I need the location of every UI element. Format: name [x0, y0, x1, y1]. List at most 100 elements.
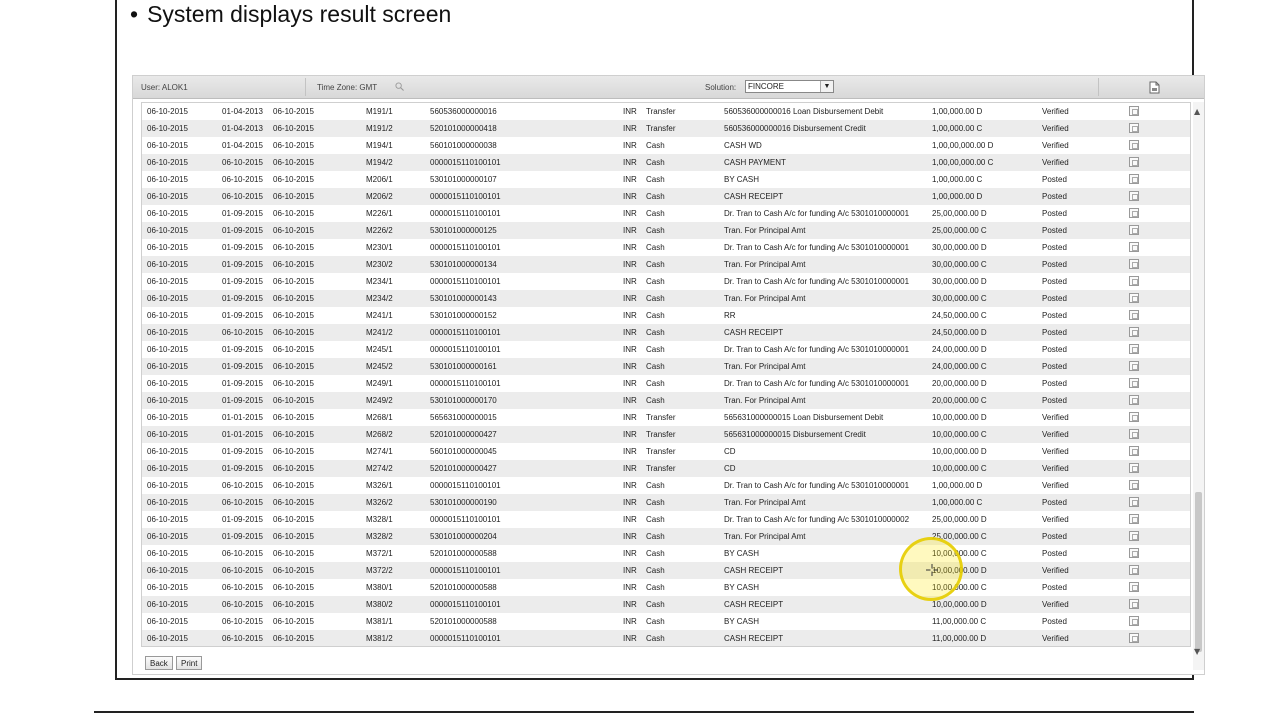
- amount-cell: 24,50,000.00 C: [932, 311, 987, 320]
- table-row[interactable]: 06-10-2015 01-09-2015 06-10-2015 M328/1 0000…: [142, 511, 1190, 528]
- currency-cell: INR: [623, 600, 637, 609]
- table-row[interactable]: 06-10-2015 06-10-2015 06-10-2015 M381/2 0000…: [142, 630, 1190, 646]
- table-row[interactable]: 06-10-2015 06-10-2015 06-10-2015 M241/2 0000…: [142, 324, 1190, 341]
- view-details-icon[interactable]: [1129, 361, 1139, 371]
- view-details-icon[interactable]: [1129, 599, 1139, 609]
- narration-cell: Dr. Tran to Cash A/c for funding A/c 530…: [724, 481, 910, 490]
- txn-id-cell: M380/2: [366, 600, 393, 609]
- view-details-icon[interactable]: [1129, 633, 1139, 643]
- view-details-icon[interactable]: [1129, 276, 1139, 286]
- view-details-icon[interactable]: [1129, 310, 1139, 320]
- account-cell: 0000015110100101: [430, 634, 501, 643]
- view-details-icon[interactable]: [1129, 616, 1139, 626]
- value-date-cell: 06-10-2015: [147, 447, 188, 456]
- view-details-icon[interactable]: [1129, 378, 1139, 388]
- table-row[interactable]: 06-10-2015 06-10-2015 06-10-2015 M372/1 5201…: [142, 545, 1190, 562]
- view-details-icon[interactable]: [1129, 191, 1139, 201]
- txn-id-cell: M191/1: [366, 107, 393, 116]
- back-button[interactable]: Back: [145, 656, 173, 670]
- value-date-cell: 06-10-2015: [147, 362, 188, 371]
- table-row[interactable]: 06-10-2015 01-09-2015 06-10-2015 M241/1 5301…: [142, 307, 1190, 324]
- solution-select-value: FINCORE: [748, 82, 784, 91]
- view-details-icon[interactable]: [1129, 429, 1139, 439]
- view-details-icon[interactable]: [1129, 548, 1139, 558]
- view-details-icon[interactable]: [1129, 412, 1139, 422]
- table-row[interactable]: 06-10-2015 01-09-2015 06-10-2015 M328/2 5301…: [142, 528, 1190, 545]
- status-cell: Verified: [1042, 141, 1069, 150]
- view-details-icon[interactable]: [1129, 582, 1139, 592]
- table-row[interactable]: 06-10-2015 06-10-2015 06-10-2015 M206/2 0000…: [142, 188, 1190, 205]
- type-cell: Cash: [646, 243, 665, 252]
- currency-cell: INR: [623, 447, 637, 456]
- view-details-icon[interactable]: [1129, 259, 1139, 269]
- view-details-icon[interactable]: [1129, 157, 1139, 167]
- table-row[interactable]: 06-10-2015 01-09-2015 06-10-2015 M234/1 0000…: [142, 273, 1190, 290]
- amount-cell: 1,00,000.00 D: [932, 192, 983, 201]
- view-details-icon[interactable]: [1129, 531, 1139, 541]
- table-row[interactable]: 06-10-2015 01-09-2015 06-10-2015 M274/1 5601…: [142, 443, 1190, 460]
- table-row[interactable]: 06-10-2015 01-09-2015 06-10-2015 M274/2 5201…: [142, 460, 1190, 477]
- view-details-icon[interactable]: [1129, 446, 1139, 456]
- view-details-icon[interactable]: [1129, 242, 1139, 252]
- table-row[interactable]: 06-10-2015 06-10-2015 06-10-2015 M194/2 0000…: [142, 154, 1190, 171]
- view-details-icon[interactable]: [1129, 344, 1139, 354]
- export-icon[interactable]: [1149, 81, 1161, 94]
- view-details-icon[interactable]: [1129, 225, 1139, 235]
- value-date-cell: 06-10-2015: [147, 175, 188, 184]
- account-cell: 520101000000588: [430, 549, 497, 558]
- user-label: User: ALOK1: [141, 83, 188, 92]
- table-row[interactable]: 06-10-2015 01-04-2015 06-10-2015 M194/1 5601…: [142, 137, 1190, 154]
- table-row[interactable]: 06-10-2015 06-10-2015 06-10-2015 M380/2 0000…: [142, 596, 1190, 613]
- solution-select[interactable]: FINCORE ▼: [745, 80, 834, 93]
- view-details-icon[interactable]: [1129, 463, 1139, 473]
- txn-id-cell: M268/2: [366, 430, 393, 439]
- view-details-icon[interactable]: [1129, 293, 1139, 303]
- table-row[interactable]: 06-10-2015 06-10-2015 06-10-2015 M326/2 5301…: [142, 494, 1190, 511]
- table-row[interactable]: 06-10-2015 06-10-2015 06-10-2015 M206/1 5301…: [142, 171, 1190, 188]
- table-row[interactable]: 06-10-2015 01-09-2015 06-10-2015 M249/2 5301…: [142, 392, 1190, 409]
- scroll-down-icon[interactable]: ▼: [1194, 647, 1200, 656]
- table-row[interactable]: 06-10-2015 01-04-2013 06-10-2015 M191/1 5605…: [142, 103, 1190, 120]
- view-details-icon[interactable]: [1129, 395, 1139, 405]
- view-details-icon[interactable]: [1129, 497, 1139, 507]
- table-row[interactable]: 06-10-2015 01-09-2015 06-10-2015 M230/1 0000…: [142, 239, 1190, 256]
- txn-date-cell: 06-10-2015: [222, 600, 263, 609]
- view-details-icon[interactable]: [1129, 174, 1139, 184]
- view-details-icon[interactable]: [1129, 123, 1139, 133]
- table-row[interactable]: 06-10-2015 01-01-2015 06-10-2015 M268/1 5656…: [142, 409, 1190, 426]
- table-row[interactable]: 06-10-2015 06-10-2015 06-10-2015 M326/1 0000…: [142, 477, 1190, 494]
- search-icon[interactable]: [395, 82, 404, 91]
- table-row[interactable]: 06-10-2015 06-10-2015 06-10-2015 M381/1 5201…: [142, 613, 1190, 630]
- view-details-icon[interactable]: [1129, 480, 1139, 490]
- scroll-up-icon[interactable]: ▲: [1194, 107, 1200, 116]
- table-row[interactable]: 06-10-2015 01-09-2015 06-10-2015 M245/1 0000…: [142, 341, 1190, 358]
- table-row[interactable]: 06-10-2015 06-10-2015 06-10-2015 M372/2 0000…: [142, 562, 1190, 579]
- table-row[interactable]: 06-10-2015 01-09-2015 06-10-2015 M226/1 0000…: [142, 205, 1190, 222]
- view-details-icon[interactable]: [1129, 514, 1139, 524]
- type-cell: Transfer: [646, 464, 676, 473]
- chevron-down-icon[interactable]: ▼: [820, 81, 833, 92]
- table-row[interactable]: 06-10-2015 06-10-2015 06-10-2015 M380/1 5201…: [142, 579, 1190, 596]
- table-row[interactable]: 06-10-2015 01-01-2015 06-10-2015 M268/2 5201…: [142, 426, 1190, 443]
- value-date-cell: 06-10-2015: [147, 379, 188, 388]
- view-details-icon[interactable]: [1129, 140, 1139, 150]
- view-details-icon[interactable]: [1129, 208, 1139, 218]
- view-details-icon[interactable]: [1129, 565, 1139, 575]
- currency-cell: INR: [623, 141, 637, 150]
- table-row[interactable]: 06-10-2015 01-09-2015 06-10-2015 M245/2 5301…: [142, 358, 1190, 375]
- table-row[interactable]: 06-10-2015 01-09-2015 06-10-2015 M249/1 0000…: [142, 375, 1190, 392]
- print-button[interactable]: Print: [176, 656, 203, 670]
- vertical-scrollbar[interactable]: ▲ ▼: [1193, 102, 1204, 670]
- value-date-cell: 06-10-2015: [147, 124, 188, 133]
- narration-cell: Dr. Tran to Cash A/c for funding A/c 530…: [724, 243, 910, 252]
- view-details-icon[interactable]: [1129, 327, 1139, 337]
- view-details-icon[interactable]: [1129, 106, 1139, 116]
- currency-cell: INR: [623, 260, 637, 269]
- table-row[interactable]: 06-10-2015 01-09-2015 06-10-2015 M226/2 5301…: [142, 222, 1190, 239]
- scrollbar-thumb[interactable]: [1195, 492, 1202, 652]
- table-row[interactable]: 06-10-2015 01-09-2015 06-10-2015 M234/2 5301…: [142, 290, 1190, 307]
- table-row[interactable]: 06-10-2015 01-09-2015 06-10-2015 M230/2 5301…: [142, 256, 1190, 273]
- value-date-cell: 06-10-2015: [147, 566, 188, 575]
- value-date-cell: 06-10-2015: [147, 600, 188, 609]
- table-row[interactable]: 06-10-2015 01-04-2013 06-10-2015 M191/2 5201…: [142, 120, 1190, 137]
